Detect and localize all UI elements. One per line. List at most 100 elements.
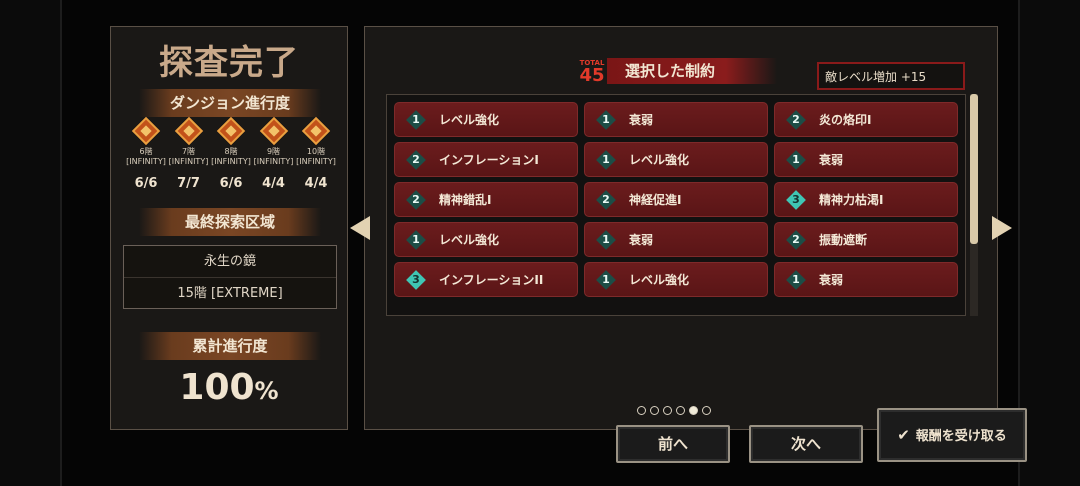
cumulative-progress-heading: 累計進行度 [139,332,321,360]
constraint-item: 1 衰弱 [774,262,958,297]
constraint-level: 1 [602,232,610,246]
page-dot[interactable] [650,406,659,415]
level-diamond-icon: 2 [597,191,615,209]
level-diamond-icon: 1 [407,231,425,249]
final-area-name: 永生の鏡 [203,254,256,269]
constraint-name: レベル強化 [439,113,500,127]
floor-count: 6/6 [219,176,243,191]
constraint-grid: 1 レベル強化 1 衰弱 2 炎の烙印I 2 インフレーションI 1 レベル強化 1 衰弱 2 精神錯乱I… [394,102,958,297]
constraint-name: 精神錯乱I [439,193,492,207]
floor-number: 6階 [139,147,153,156]
level-diamond-icon: 1 [597,151,615,169]
constraint-item: 3 インフレーションII [394,262,578,297]
enemy-level-bonus: 敵レベル増加 +15 [817,62,965,90]
floor-mode: INFINITY [171,157,206,166]
check-icon: ✔ [897,426,910,444]
page-dot[interactable] [676,406,685,415]
floor-mode: INFINITY [129,157,163,166]
level-diamond-icon: 3 [407,271,425,289]
constraint-name: インフレーションII [439,273,544,287]
constraint-name: 衰弱 [629,233,654,247]
floor-count: 7/7 [177,176,200,191]
constraint-level: 3 [412,272,420,286]
floor-emblem-icon [174,116,203,146]
page-dot[interactable] [702,406,711,415]
progress-unit: % [254,377,279,405]
constraint-level: 1 [412,232,420,246]
next-button[interactable]: 次へ [749,425,863,463]
constraint-item: 1 衰弱 [584,222,768,257]
selected-constraints-title: 選択した制約 [607,58,777,84]
constraint-name: インフレーションI [439,153,539,167]
claim-reward-label: 報酬を受け取る [915,429,1007,444]
constraint-name: 衰弱 [629,113,654,127]
final-area-floor: 15階 [EXTREME] [124,277,336,309]
constraint-item: 2 振動遮断 [774,222,958,257]
constraint-level: 2 [412,152,420,166]
floor-item: 6階 [INFINITY] 6/6 [125,116,167,191]
constraint-name: 神経促進I [629,193,682,207]
floor-item: 9階 [INFINITY] 4/4 [253,116,295,191]
total-badge: TOTAL 45 [577,59,607,85]
constraint-level: 2 [792,112,800,126]
constraint-item: 1 レベル強化 [394,102,578,137]
constraint-item: 2 精神錯乱I [394,182,578,217]
floor-emblem-icon [216,116,246,146]
constraint-level: 1 [602,112,610,126]
page-dot[interactable] [689,406,698,415]
constraint-item: 1 レベル強化 [584,262,768,297]
level-diamond-icon: 1 [597,111,615,129]
constraint-item: 2 インフレーションI [394,142,578,177]
floor-mode: INFINITY [256,157,291,166]
prev-button[interactable]: 前へ [616,425,730,463]
constraint-name: レベル強化 [629,273,690,287]
constraint-item: 1 レベル強化 [584,142,768,177]
floor-number: 8階 [224,147,238,156]
constraint-scrollbar[interactable] [970,94,978,316]
floor-progress-list: 6階 [INFINITY] 6/6 7階 [INFINITY] 7/7 8階 [INF… [125,116,337,191]
floor-item: 8階 [INFINITY] 6/6 [210,116,252,191]
triangle-right-icon[interactable] [992,216,1012,240]
floor-emblem-icon [259,116,288,146]
constraint-level: 1 [602,152,610,166]
floor-number: 9階 [266,147,281,156]
constraint-item: 3 精神力枯渇I [774,182,958,217]
floor-emblem-icon [131,116,161,146]
floor-mode: INFINITY [299,157,333,166]
level-diamond-icon: 1 [407,111,425,129]
level-diamond-icon: 3 [787,191,805,209]
level-diamond-icon: 2 [787,231,805,249]
claim-reward-button[interactable]: ✔ 報酬を受け取る [877,408,1027,462]
floor-number: 10階 [306,147,326,156]
constraint-name: 衰弱 [819,153,844,167]
constraint-name: 衰弱 [819,273,844,287]
page-dot[interactable] [663,406,672,415]
level-diamond-icon: 2 [407,151,425,169]
left-frame [0,0,62,486]
floor-mode: INFINITY [214,157,248,166]
constraint-list[interactable]: 1 レベル強化 1 衰弱 2 炎の烙印I 2 インフレーションI 1 レベル強化 1 衰弱 2 精神錯乱I… [386,94,966,316]
scrollbar-thumb[interactable] [970,94,978,244]
right-frame [1018,0,1080,486]
level-diamond-icon: 1 [597,231,615,249]
constraint-item: 1 衰弱 [584,102,768,137]
page-dot[interactable] [637,406,646,415]
floor-count: 4/4 [304,176,328,191]
floor-item: 7階 [INFINITY] 7/7 [168,116,210,191]
triangle-left-icon[interactable] [350,216,370,240]
constraint-level: 2 [412,192,420,206]
constraint-level: 3 [792,192,800,206]
constraint-level: 1 [792,152,800,166]
constraint-level: 1 [792,272,800,286]
level-diamond-icon: 1 [597,271,615,289]
level-diamond-icon: 2 [407,191,425,209]
floor-number: 7階 [181,147,196,156]
constraint-item: 2 神経促進I [584,182,768,217]
constraint-name: 炎の烙印I [819,113,872,127]
floor-item: 10階 [INFINITY] 4/4 [295,116,337,191]
final-area-heading: 最終探索区域 [139,208,321,236]
dungeon-progress-heading: ダンジョン進行度 [139,89,321,117]
level-diamond-icon: 1 [787,271,805,289]
constraint-level: 2 [602,192,610,206]
constraint-level: 1 [412,112,420,126]
